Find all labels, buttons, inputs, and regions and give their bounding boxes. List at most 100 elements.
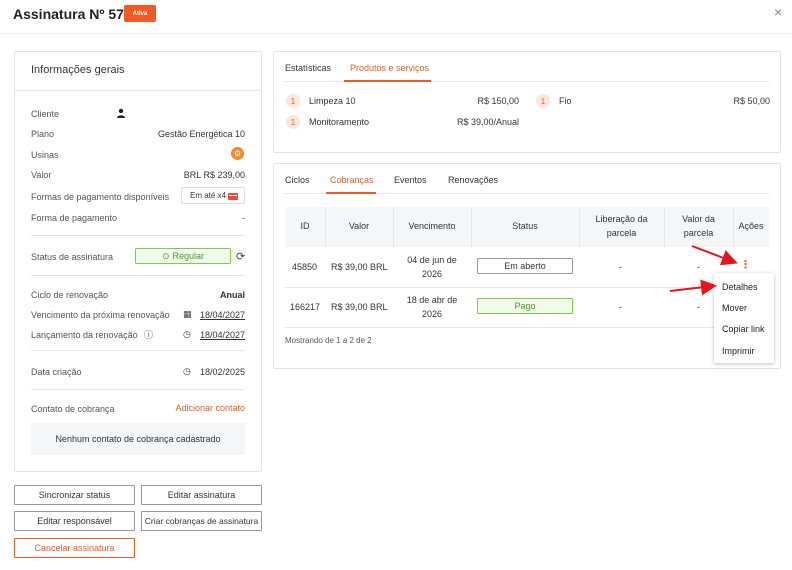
- forma-value: -: [242, 213, 245, 223]
- row-divider: [285, 327, 769, 328]
- qty-badge: 1: [286, 94, 300, 108]
- person-icon[interactable]: [116, 108, 126, 118]
- header-divider: [0, 33, 792, 34]
- pagination-info: Mostrando de 1 a 2 de 2: [285, 336, 372, 345]
- calendar-icon: ▦: [183, 309, 192, 319]
- product-name: Fio: [559, 96, 572, 106]
- status-label: Status de assinatura: [31, 252, 114, 262]
- sync-status-button[interactable]: Sincronizar status: [14, 485, 135, 505]
- col-divider: [325, 207, 326, 247]
- col-acoes: Ações: [738, 221, 764, 231]
- qty-badge: 1: [536, 94, 550, 108]
- help-icon[interactable]: ⓘ: [144, 328, 153, 341]
- charge-vencimento: 04 de jun de 2026: [393, 253, 471, 281]
- formas-label: Formas de pagamento disponíveis: [31, 192, 170, 202]
- info-card-divider: [15, 90, 261, 91]
- col-divider: [579, 207, 580, 247]
- tab-cycles[interactable]: Ciclos: [285, 175, 310, 185]
- cliente-label: Cliente: [31, 109, 60, 119]
- col-divider: [393, 207, 394, 247]
- lanc-label: Lançamento da renovação: [31, 330, 138, 340]
- arrow-icon: [669, 245, 738, 296]
- tab-statistics[interactable]: Estatísticas: [285, 63, 331, 73]
- product-price: R$ 50,00: [733, 96, 770, 106]
- charge-status-badge: Pago: [477, 298, 573, 314]
- menu-item-copy-link[interactable]: Copiar link: [722, 324, 765, 334]
- col-id: ID: [300, 221, 310, 231]
- tab-products[interactable]: Produtos e serviços: [350, 63, 429, 73]
- usina-icon[interactable]: ⚙: [231, 147, 244, 160]
- cancel-subscription-button[interactable]: Cancelar assinatura: [14, 538, 135, 558]
- charge-id: 45850: [292, 262, 318, 272]
- venc-value: 18/04/2027: [199, 310, 245, 320]
- active-tab-indicator: [326, 192, 376, 194]
- col-vencimento: Vencimento: [408, 221, 456, 231]
- forma-label: Forma de pagamento: [31, 213, 118, 223]
- divider: [31, 235, 245, 236]
- lanc-value: 18/04/2027: [199, 330, 245, 340]
- col-valor: Valor: [348, 221, 370, 231]
- info-card-title: Informações gerais: [31, 64, 125, 76]
- divider: [31, 350, 245, 351]
- venc-line1: 04 de jun de: [407, 255, 457, 265]
- status-badge: Ativa: [124, 5, 156, 22]
- edit-responsible-button[interactable]: Editar responsável: [14, 511, 135, 531]
- empty-contact-box: Nenhum contato de cobrança cadastrado: [31, 423, 245, 455]
- subscription-status: ⊙ Regular: [135, 248, 231, 264]
- refresh-icon[interactable]: ⟳: [236, 250, 245, 263]
- clock-icon: ◷: [183, 329, 191, 339]
- clock-icon: ◷: [183, 366, 191, 376]
- col-liberacao-line2: parcela: [606, 228, 637, 238]
- ciclo-label: Ciclo de renovação: [31, 290, 109, 300]
- col-liberacao-line1: Liberação da: [595, 214, 648, 224]
- active-tab-indicator: [344, 80, 431, 82]
- charge-id: 166217: [290, 302, 321, 312]
- edit-subscription-button[interactable]: Editar assinatura: [141, 485, 262, 505]
- ciclo-value: Anual: [219, 290, 245, 300]
- charge-valor-parcela: -: [697, 302, 700, 312]
- qty-badge: 1: [286, 115, 300, 129]
- subscription-status-text: Regular: [172, 251, 205, 261]
- venc-line2: 2026: [421, 309, 443, 319]
- product-name: Monitoramento: [309, 117, 370, 127]
- page-title: Assinatura Nº 5747: [13, 6, 140, 22]
- product-name: Limpeza 10: [309, 96, 356, 106]
- credit-card-icon: [228, 193, 238, 200]
- venc-line1: 18 de abr de: [406, 295, 458, 305]
- venc-line2: 2026: [421, 269, 443, 279]
- valor-value: BRL R$ 239,00: [183, 170, 245, 180]
- installments-text: Em até x4: [190, 191, 227, 200]
- criacao-value: 18/02/2025: [199, 367, 245, 377]
- contato-label: Contato de cobrança: [31, 404, 115, 414]
- usinas-label: Usinas: [31, 150, 59, 160]
- product-price: R$ 39,00/Anual: [456, 117, 519, 127]
- col-valor-parcela-line2: parcela: [683, 228, 714, 238]
- charge-vencimento: 18 de abr de 2026: [393, 293, 471, 321]
- product-price: R$ 150,00: [477, 96, 519, 106]
- charge-valor: R$ 39,00 BRL: [331, 262, 388, 272]
- close-icon[interactable]: ×: [774, 4, 782, 20]
- venc-label: Vencimento da próxima renovação: [31, 310, 170, 320]
- col-divider: [471, 207, 472, 247]
- create-charges-button[interactable]: Criar cobranças de assinatura: [141, 511, 262, 531]
- check-circle-icon: ⊙: [161, 250, 170, 261]
- add-contact-link[interactable]: Adicionar contato: [175, 403, 245, 413]
- plano-value: Gestão Energética 10: [157, 129, 245, 139]
- criacao-label: Data criação: [31, 367, 82, 377]
- col-valor-parcela: Valor da parcela: [664, 212, 733, 240]
- tab-events[interactable]: Eventos: [394, 175, 427, 185]
- charge-liberacao: -: [619, 262, 622, 272]
- valor-label: Valor: [31, 170, 52, 180]
- tab-charges[interactable]: Cobranças: [330, 175, 374, 185]
- menu-item-move[interactable]: Mover: [722, 303, 747, 313]
- tab-renewals[interactable]: Renovações: [448, 175, 498, 185]
- charge-liberacao: -: [619, 302, 622, 312]
- col-status: Status: [512, 221, 538, 231]
- charge-valor: R$ 39,00 BRL: [331, 302, 388, 312]
- divider: [31, 389, 245, 390]
- col-liberacao: Liberação da parcela: [579, 212, 664, 240]
- plano-label: Plano: [31, 129, 55, 139]
- installments-chip[interactable]: Em até x4: [181, 187, 245, 204]
- menu-item-print[interactable]: Imprimir: [722, 346, 755, 356]
- charge-status-badge: Em aberto: [477, 258, 573, 274]
